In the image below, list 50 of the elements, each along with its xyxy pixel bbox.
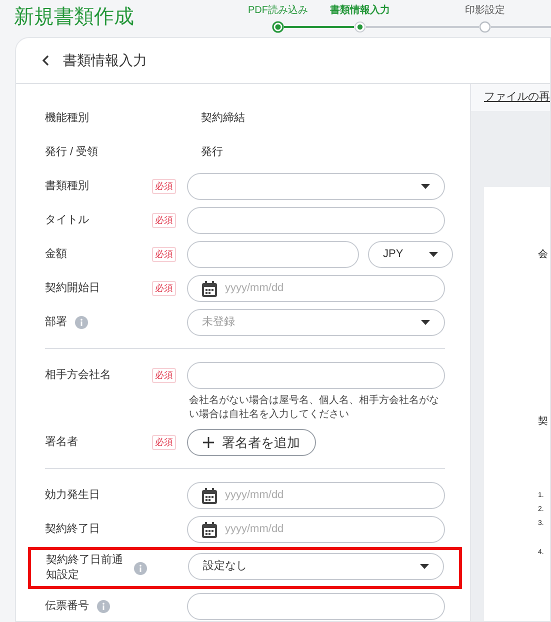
- caret-icon: [429, 252, 438, 257]
- calendar-icon: [202, 522, 217, 538]
- field-label: 機能種別: [45, 111, 89, 126]
- required-badge: 必須: [152, 213, 176, 228]
- step-label[interactable]: 書類情報入力: [330, 2, 390, 18]
- select-field[interactable]: 設定なし: [188, 553, 444, 580]
- field-label: 発行 / 受領: [45, 145, 98, 160]
- select-field[interactable]: [187, 173, 445, 200]
- required-badge: 必須: [152, 247, 176, 262]
- calendar-icon: [202, 280, 217, 296]
- text-input[interactable]: [187, 207, 445, 234]
- select-field[interactable]: 未登録: [187, 309, 445, 336]
- panel-title: 書類情報入力: [63, 51, 147, 70]
- field-label: 伝票番号: [45, 599, 89, 614]
- field-label: 効力発生日: [45, 488, 100, 503]
- field-label: 相手方会社名: [45, 368, 111, 383]
- field-label: 署名者: [45, 435, 78, 450]
- document-text: 会: [538, 249, 549, 261]
- date-input[interactable]: yyyy/mm/dd: [187, 482, 445, 509]
- date-input[interactable]: yyyy/mm/dd: [187, 275, 445, 302]
- hint-text: 会社名がない場合は屋号名、個人名、相手方会社名がない場合は自社名を入力してください: [188, 394, 440, 422]
- text-input[interactable]: [187, 362, 445, 389]
- document-text: 契: [538, 416, 549, 428]
- required-badge: 必須: [152, 368, 176, 383]
- date-input[interactable]: yyyy/mm/dd: [187, 516, 445, 543]
- calendar-icon: [202, 488, 217, 504]
- caret-icon: [421, 320, 430, 325]
- field-value: 発行: [200, 145, 223, 160]
- field-label: 契約終了日: [45, 522, 100, 537]
- field-label: 契約終了日前通知設定: [46, 553, 124, 583]
- required-badge: 必須: [152, 281, 176, 296]
- plus-icon: [203, 437, 214, 448]
- amount-input[interactable]: [187, 241, 359, 268]
- field-label: タイトル: [45, 213, 89, 228]
- back-icon[interactable]: [42, 55, 49, 66]
- step-label[interactable]: PDF読み込み: [248, 2, 308, 18]
- required-badge: 必須: [152, 435, 176, 450]
- add-signer-button[interactable]: 署名者を追加: [187, 429, 316, 456]
- field-label: 金額: [45, 247, 67, 262]
- step-label[interactable]: 印影設定: [465, 2, 505, 18]
- currency-select[interactable]: JPY: [368, 241, 453, 268]
- field-label: 契約開始日: [45, 281, 100, 296]
- required-badge: 必須: [152, 179, 176, 194]
- text-input[interactable]: [187, 593, 445, 620]
- caret-icon: [421, 184, 430, 189]
- field-value: 契約締結: [200, 110, 245, 126]
- field-label: 部署: [45, 315, 67, 330]
- page-title: 新規書類作成: [14, 5, 135, 30]
- field-label: 書類種別: [45, 179, 89, 194]
- caret-icon: [420, 564, 429, 569]
